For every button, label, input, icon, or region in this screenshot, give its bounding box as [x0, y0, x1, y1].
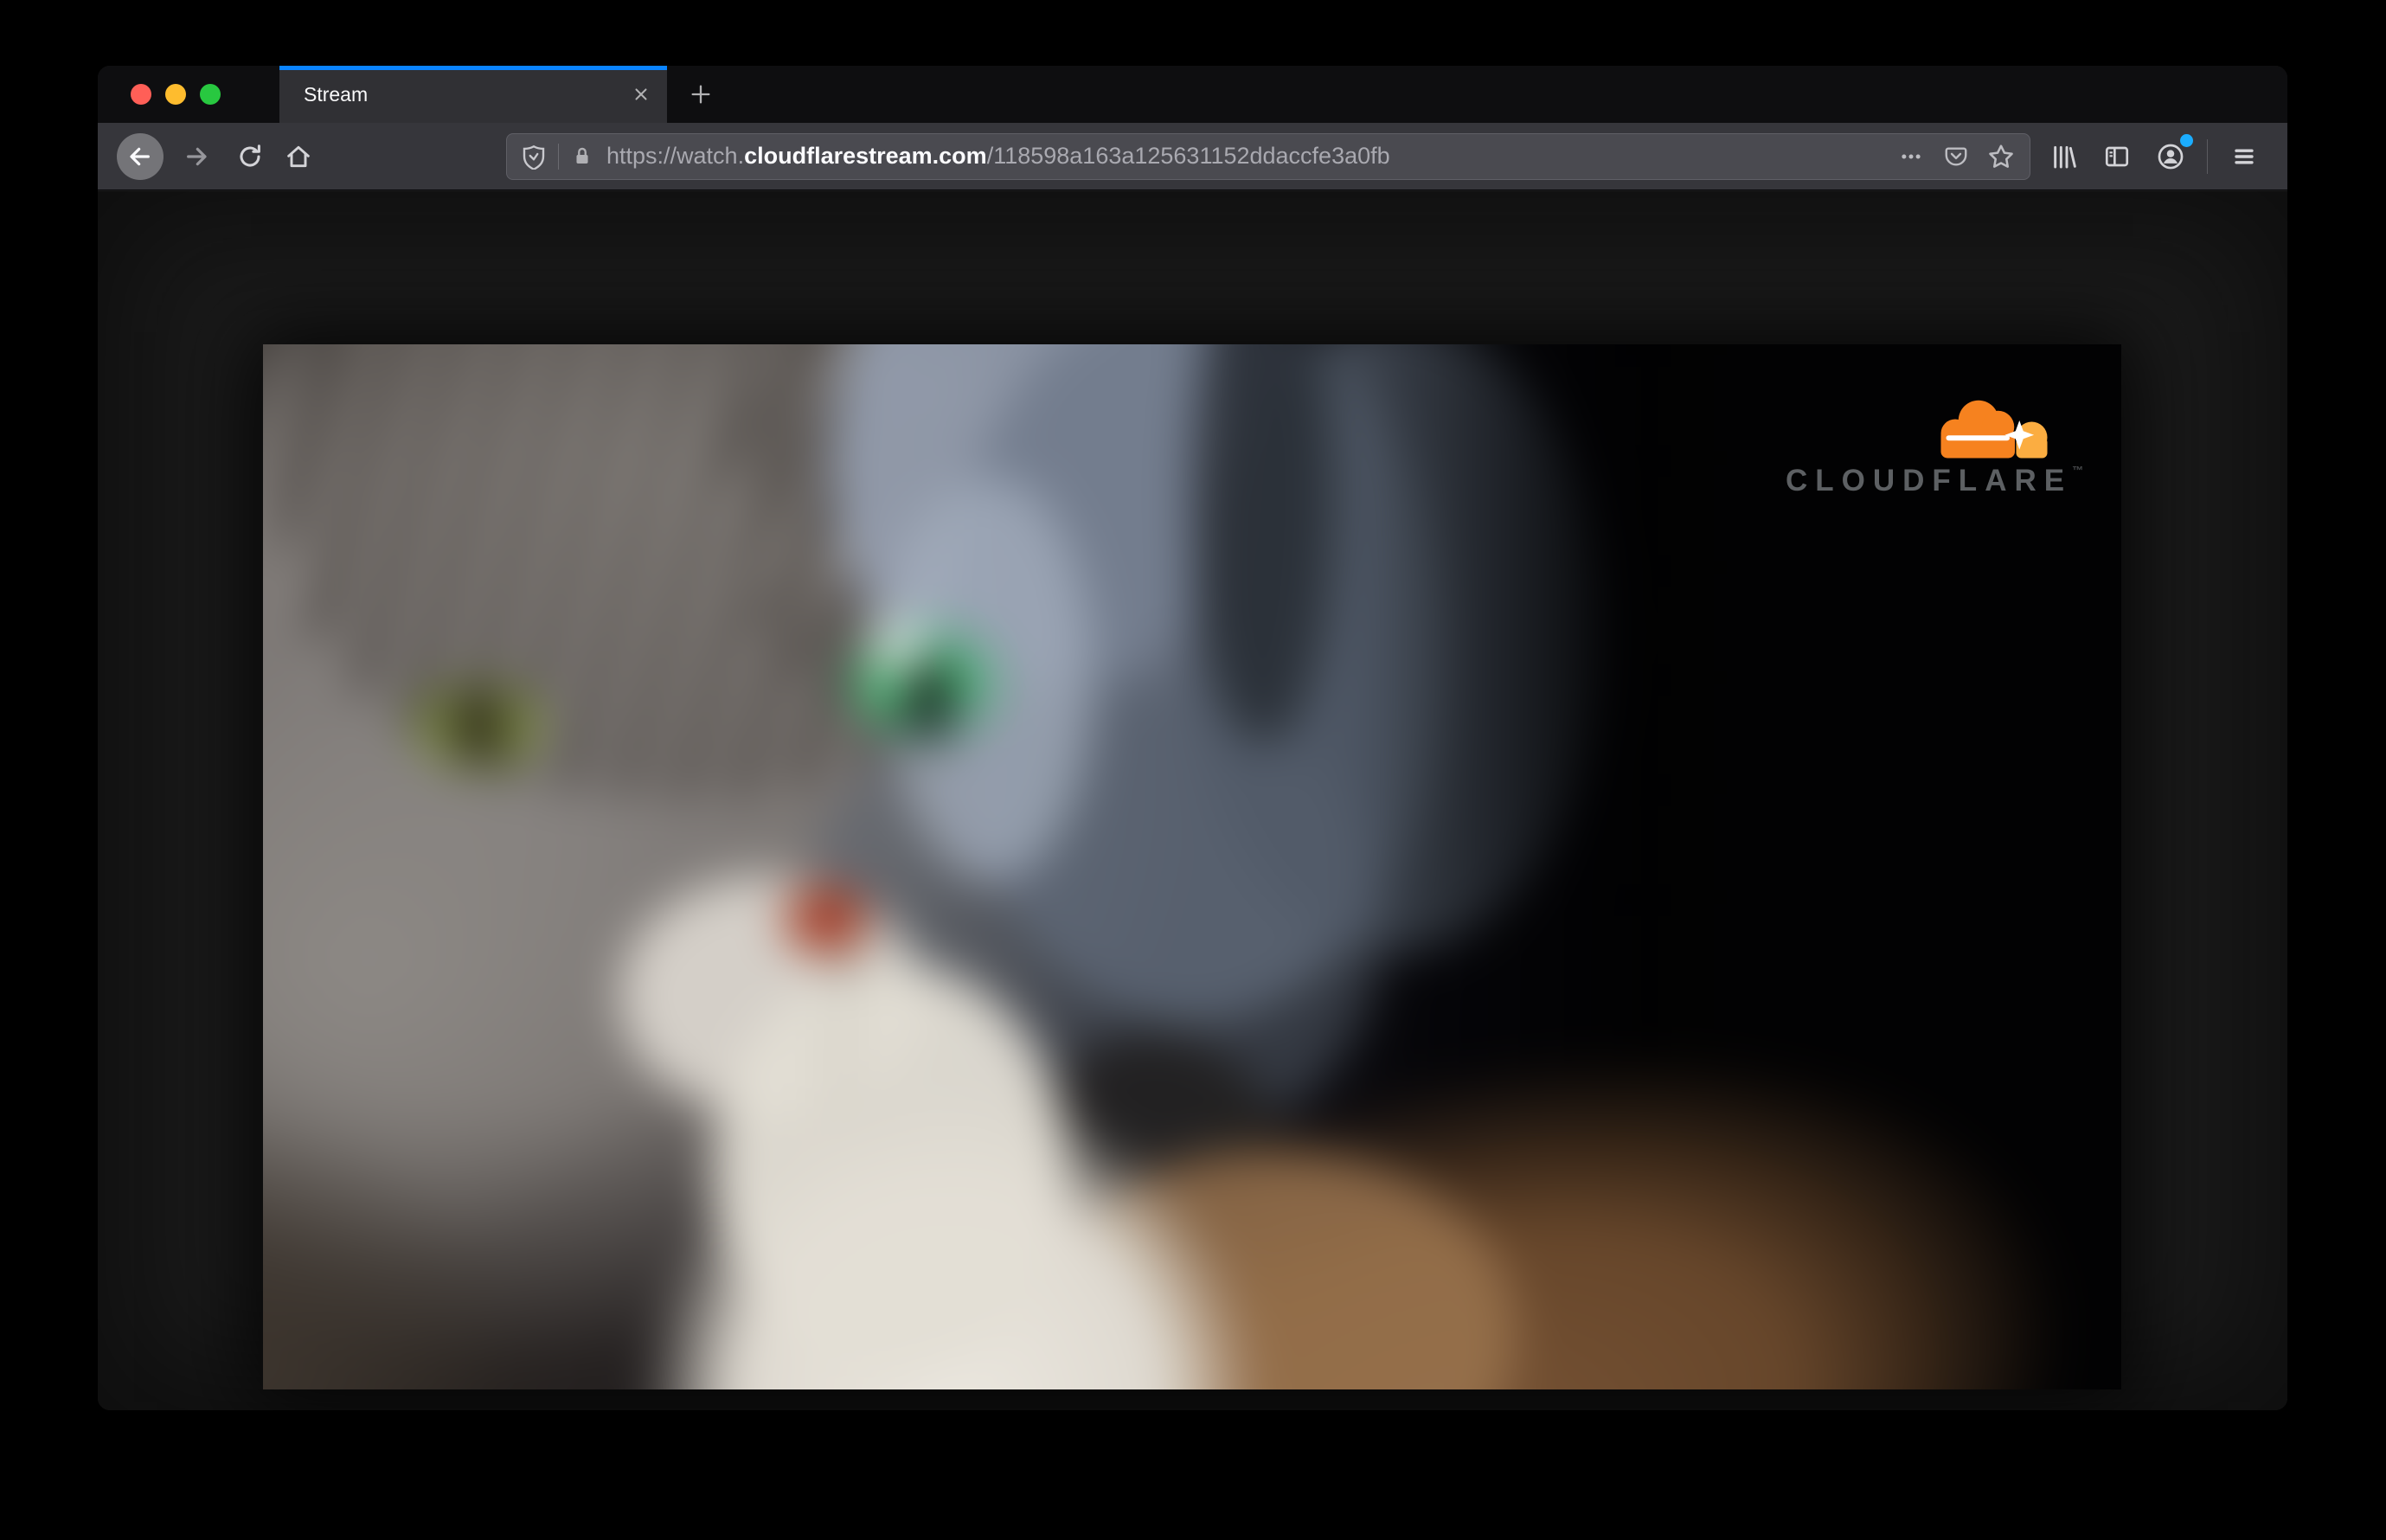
- pocket-icon: [1943, 144, 1969, 170]
- toolbar-divider: [2207, 138, 2208, 174]
- page-actions-dots-icon: [1898, 144, 1924, 170]
- cloudflare-cloud-icon: [1929, 393, 2064, 459]
- tab-stream[interactable]: Stream: [279, 66, 667, 123]
- bookmark-button[interactable]: [1981, 137, 2021, 176]
- reload-icon: [236, 143, 264, 170]
- video-player[interactable]: CLOUDFLARE™: [263, 344, 2121, 1389]
- sidebar-icon: [2103, 143, 2131, 170]
- browser-window: Stream https://watch.cloudflarestream.co…: [98, 66, 2287, 1410]
- library-button[interactable]: [2039, 132, 2088, 181]
- desktop-background: Stream https://watch.cloudflarestream.co…: [0, 0, 2386, 1540]
- menu-button[interactable]: [2220, 132, 2268, 181]
- library-icon: [2049, 143, 2077, 170]
- new-tab-button[interactable]: [679, 73, 722, 116]
- account-icon: [2156, 142, 2185, 171]
- cloudflare-logo: CLOUDFLARE™: [1786, 393, 2083, 498]
- cat-right-pupil: [901, 654, 955, 747]
- cloudflare-trademark: ™: [2072, 464, 2084, 477]
- account-notification-dot: [2180, 133, 2193, 147]
- new-tab-plus-icon: [689, 82, 713, 106]
- tab-strip: Stream: [98, 66, 2287, 123]
- urlbar-divider: [558, 143, 559, 170]
- video-frame-blurred-cat: [263, 344, 2121, 1389]
- back-button[interactable]: [117, 132, 164, 180]
- cloudflare-wordmark-text: CLOUDFLARE: [1786, 464, 2073, 497]
- navigation-toolbar: https://watch.cloudflarestream.com/11859…: [98, 123, 2287, 190]
- forward-button[interactable]: [172, 132, 221, 181]
- url-scheme-host: https://watch.: [606, 143, 745, 169]
- close-tab-icon: [632, 85, 651, 104]
- page-content: CLOUDFLARE™: [98, 191, 2287, 1410]
- tab-title: Stream: [304, 82, 369, 106]
- tracking-protection-button[interactable]: [521, 144, 547, 170]
- toolbar-right-cluster: [2039, 132, 2268, 181]
- sidebar-button[interactable]: [2093, 132, 2141, 181]
- minimize-window-button[interactable]: [165, 84, 186, 105]
- url-path: /118598a163a125631152ddaccfe3a0fb: [986, 143, 1390, 169]
- url-bar[interactable]: https://watch.cloudflarestream.com/11859…: [506, 132, 2030, 180]
- menu-hamburger-icon: [2230, 143, 2258, 170]
- forward-icon: [183, 143, 210, 170]
- home-button[interactable]: [274, 132, 323, 181]
- cat-nose: [779, 881, 875, 959]
- save-to-pocket-button[interactable]: [1936, 137, 1976, 176]
- url-domain: cloudflarestream.com: [744, 143, 987, 169]
- reload-button[interactable]: [226, 132, 274, 181]
- tracking-protection-shield-icon: [521, 144, 547, 170]
- window-controls: [131, 66, 221, 123]
- page-actions-button[interactable]: [1891, 137, 1931, 176]
- close-tab-button[interactable]: [622, 75, 660, 113]
- lock-icon: [570, 144, 594, 169]
- bookmark-star-icon: [1987, 143, 2015, 170]
- zoom-window-button[interactable]: [200, 84, 221, 105]
- close-window-button[interactable]: [131, 84, 151, 105]
- cat-chest-upper: [713, 962, 1070, 1379]
- back-icon: [126, 143, 154, 170]
- home-icon: [285, 143, 312, 170]
- url-text[interactable]: https://watch.cloudflarestream.com/11859…: [606, 143, 1891, 170]
